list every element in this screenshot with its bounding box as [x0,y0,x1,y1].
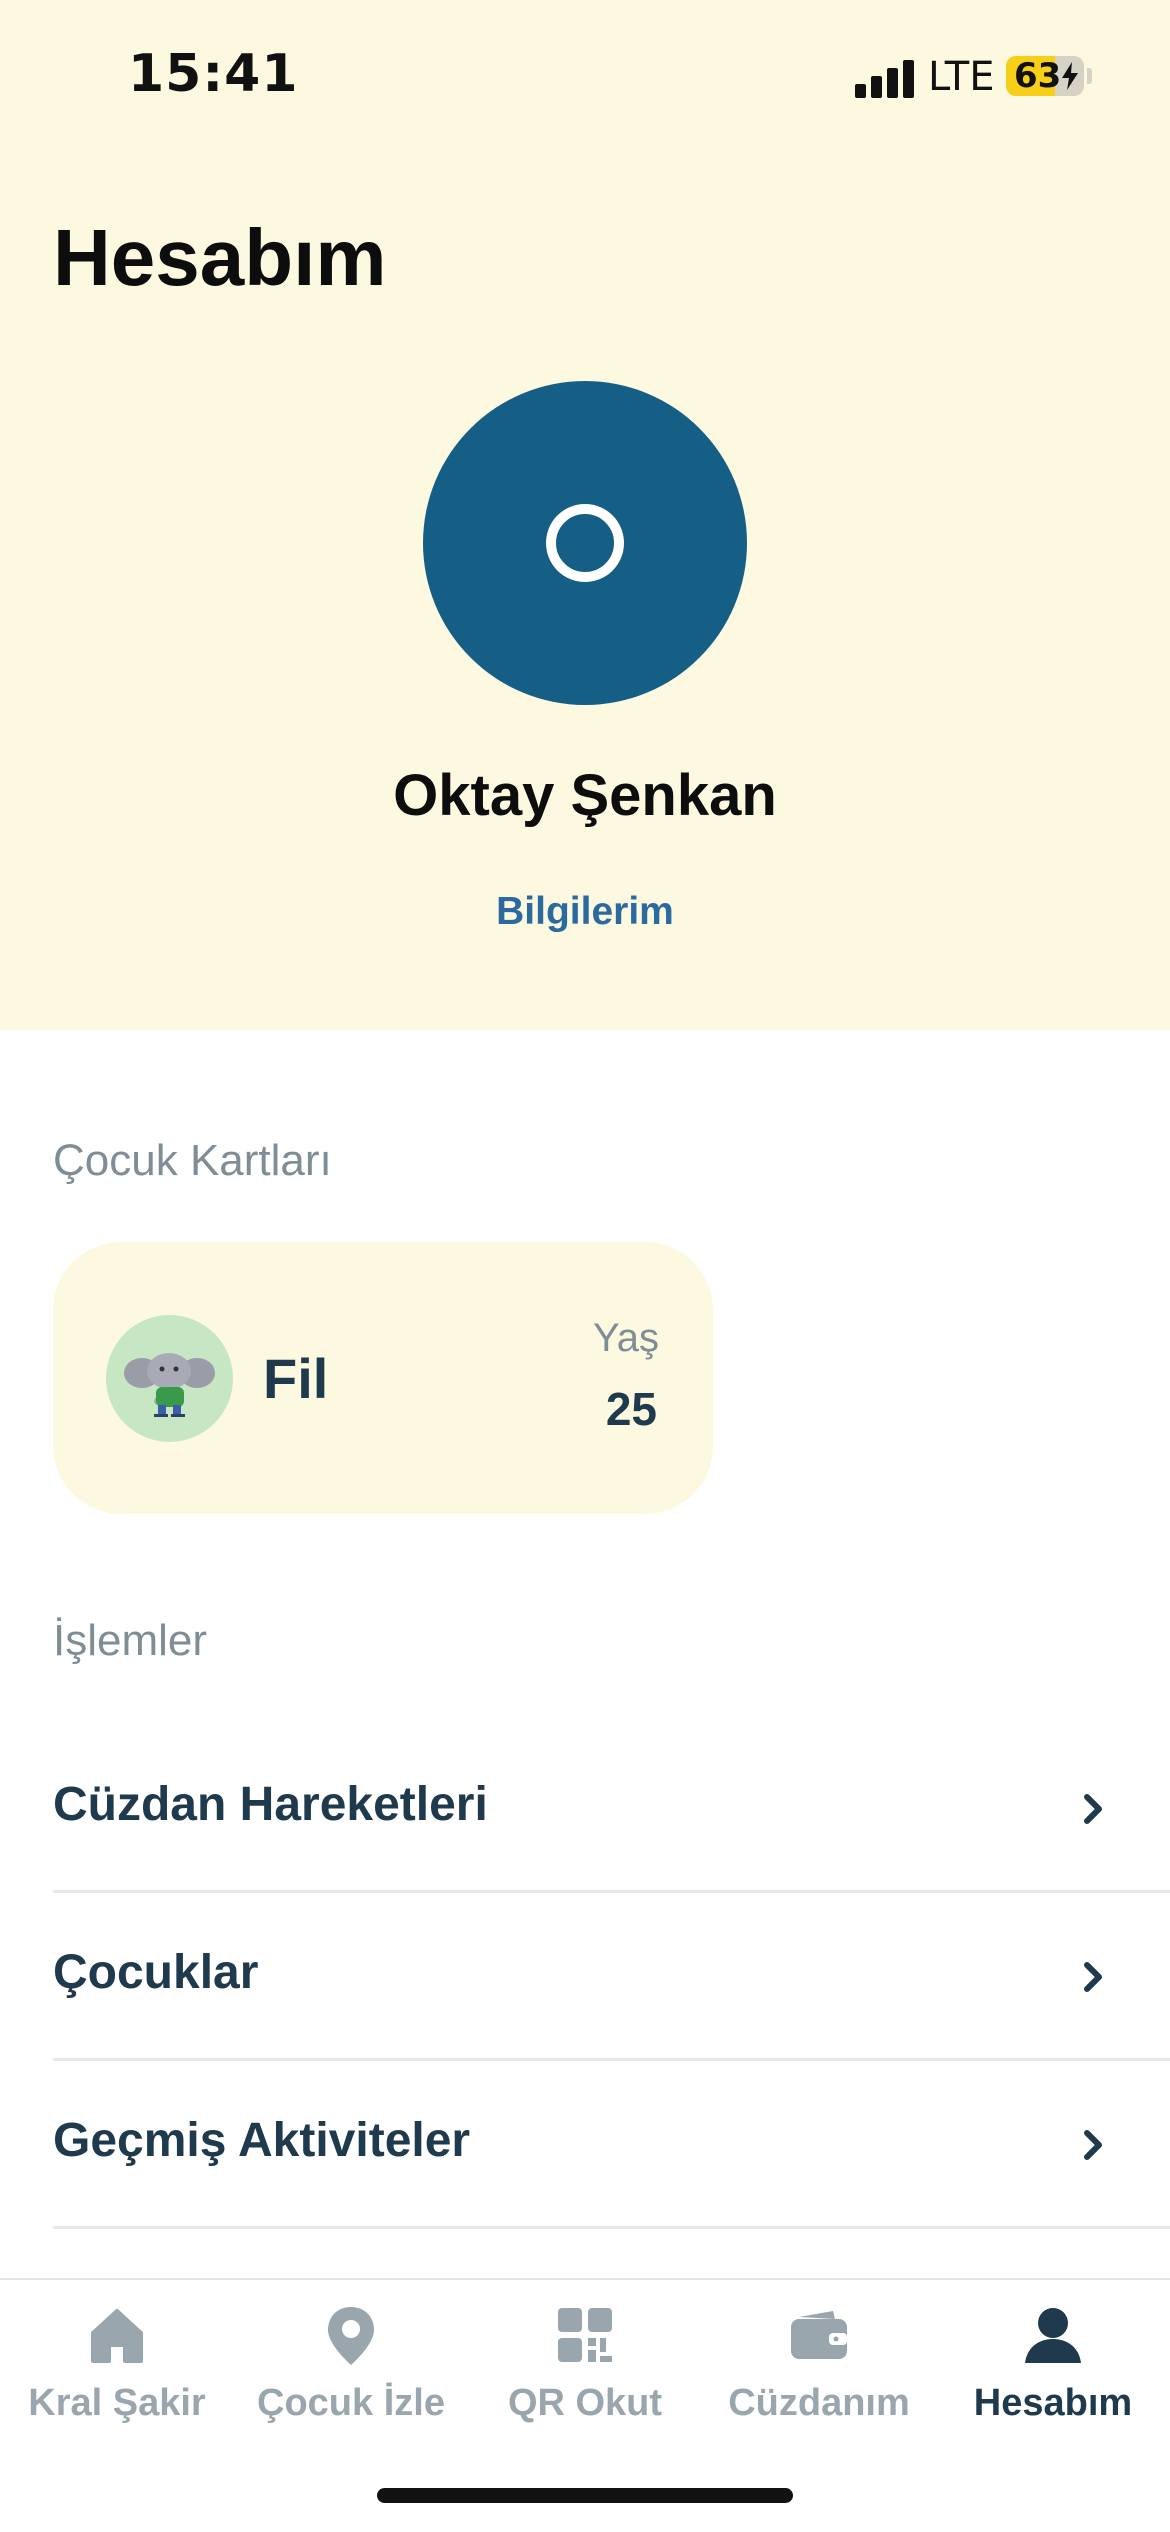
network-type: LTE [928,54,995,100]
tab-label: QR Okut [507,2382,663,2424]
home-icon [91,2309,143,2363]
age-label: Yaş [593,1316,659,1360]
menu-item-children[interactable]: Çocuklar [53,1893,1170,2061]
tab-label: Kral Şakir [28,2382,206,2424]
menu-item-label: Çocuklar [53,1946,259,1999]
tab-my-wallet[interactable]: Cüzdanım [702,2280,936,2440]
battery-cap [1087,68,1092,84]
profile-avatar[interactable] [423,381,747,705]
child-name: Fil [263,1347,329,1410]
profile-header: 15:41 LTE 63 Hesabım Oktay Şenkan Bilgil [0,0,1170,1030]
account-screen: 15:41 LTE 63 Hesabım Oktay Şenkan Bilgil [0,0,1170,2532]
menu-item-wallet-transactions[interactable]: Cüzdan Hareketleri [53,1725,1170,1893]
tab-track-child[interactable]: Çocuk İzle [234,2280,468,2440]
tab-label: Çocuk İzle [257,2382,445,2424]
chevron-right-icon [1084,1794,1102,1824]
charging-bolt-icon [1062,62,1078,90]
battery-percentage: 63 [1014,56,1062,96]
battery-icon: 63 [1006,56,1084,96]
tab-label: Hesabım [973,2382,1133,2424]
operations-section-title: İşlemler [53,1616,208,1665]
page-title: Hesabım [53,213,387,302]
user-name: Oktay Şenkan [393,763,777,828]
child-cards-section-title: Çocuk Kartları [53,1136,332,1185]
home-indicator[interactable] [377,2488,793,2503]
status-time: 15:41 [128,44,299,104]
tab-my-account[interactable]: Hesabım [936,2280,1170,2440]
location-pin-icon [328,2307,374,2365]
tab-label: Cüzdanım [728,2382,910,2424]
menu-item-past-activities[interactable]: Geçmiş Aktiviteler [53,2061,1170,2229]
my-info-link[interactable]: Bilgilerim [0,890,1170,934]
menu-item-label: Cüzdan Hareketleri [53,1778,488,1831]
qr-code-icon [558,2308,612,2362]
age-value: 25 [605,1383,657,1435]
elephant-icon [106,1315,233,1442]
cellular-signal-icon [855,58,915,98]
tab-scan-qr[interactable]: QR Okut [468,2280,702,2440]
chevron-right-icon [1084,1962,1102,1992]
tab-kral-sakir[interactable]: Kral Şakir [0,2280,234,2440]
menu-item-label: Geçmiş Aktiviteler [53,2114,471,2167]
status-bar: 15:41 LTE 63 [0,0,1170,150]
child-card[interactable]: Fil Yaş 25 [53,1242,713,1514]
wallet-icon [791,2311,847,2359]
person-icon [1025,2308,1081,2363]
avatar-placeholder-icon [546,504,624,582]
chevron-right-icon [1084,2130,1102,2160]
